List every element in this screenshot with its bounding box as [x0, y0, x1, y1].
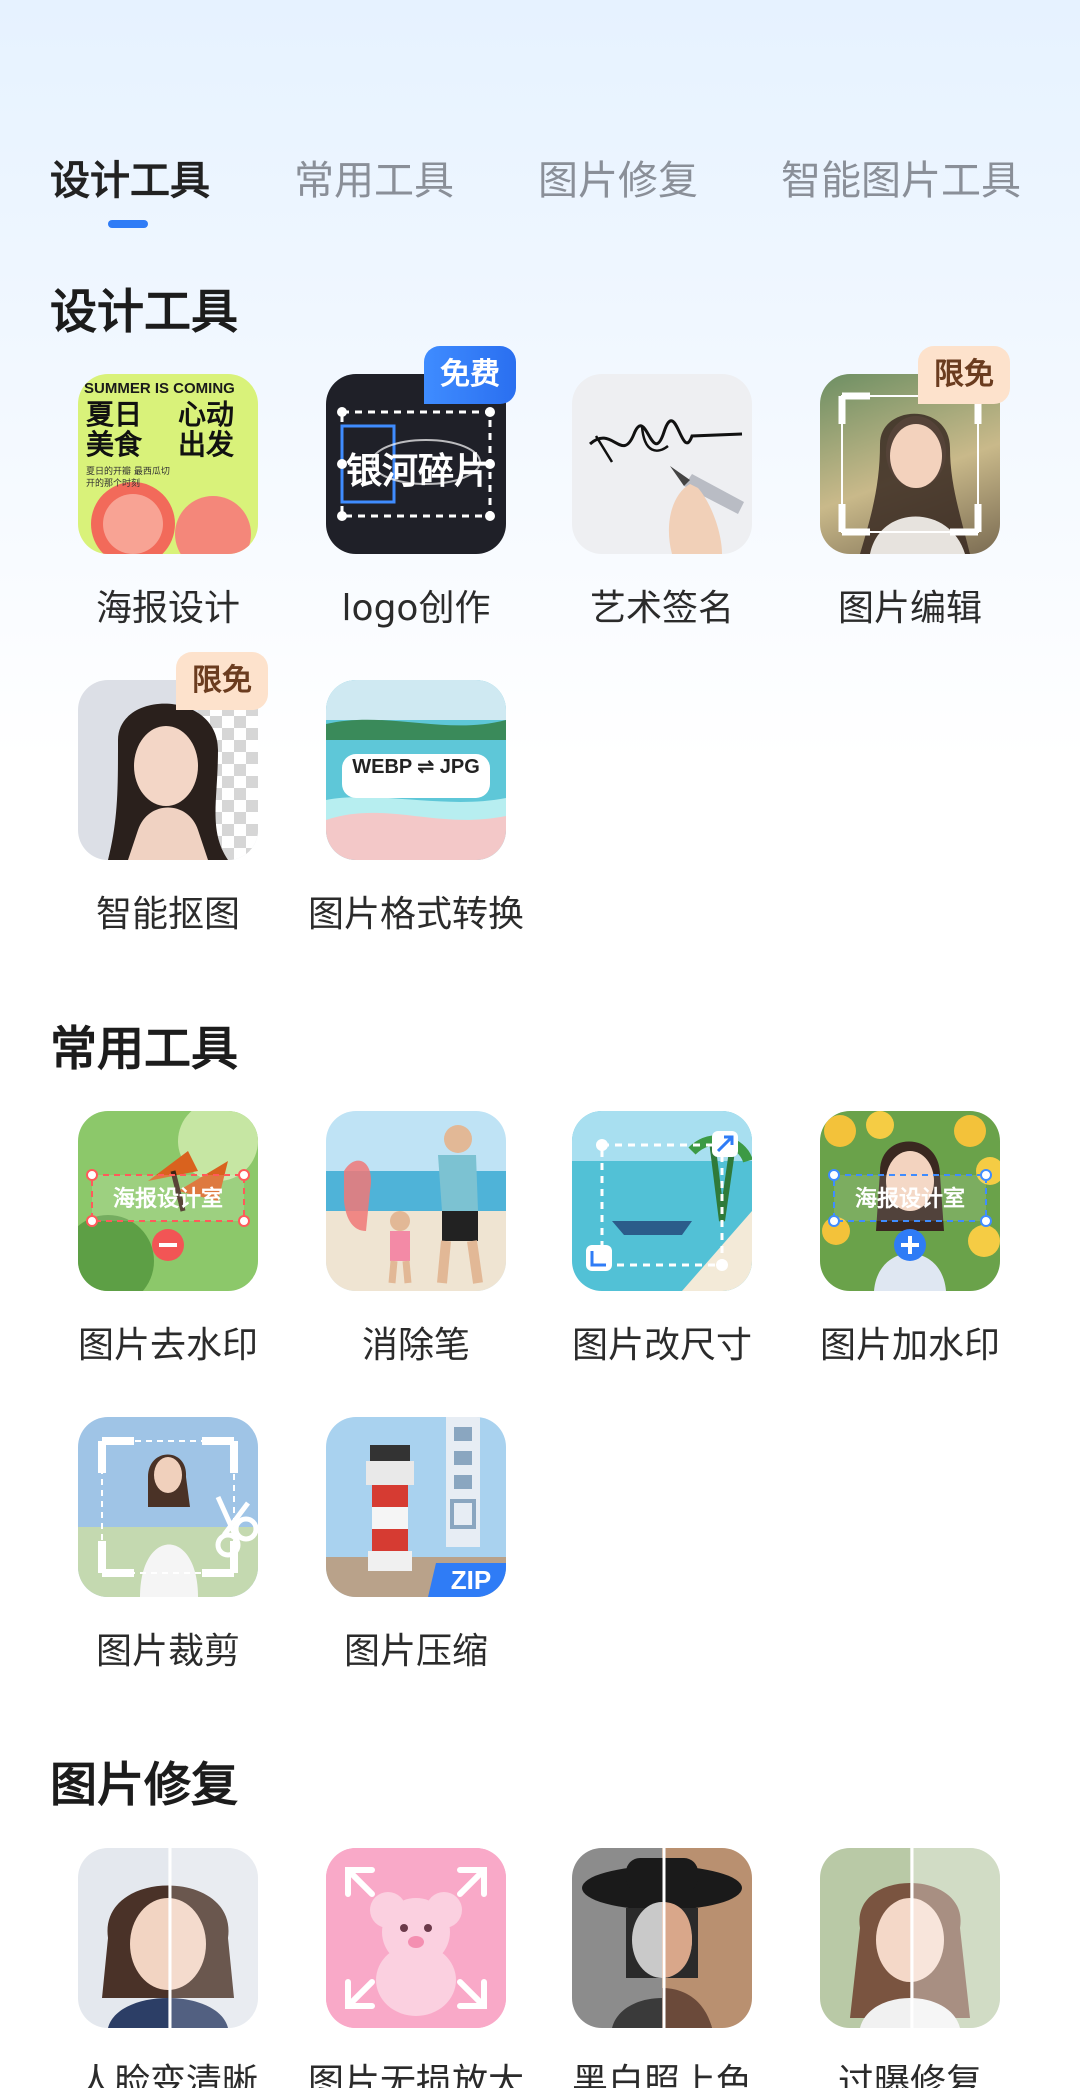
zip-label: ZIP [450, 1565, 492, 1595]
overexposure-fix-icon [820, 1848, 1000, 2028]
section-title-design: 设计工具 [50, 285, 238, 340]
tool-upscale[interactable]: 图片无损放大 [272, 1848, 524, 2088]
tool-eraser-pen[interactable]: 消除笔 [272, 1111, 520, 1366]
tool-label: 过曝修复 [837, 2062, 982, 2088]
active-tab-indicator [108, 220, 148, 228]
add-watermark-icon: 海报设计室 [820, 1111, 1000, 1291]
section-title-repair: 图片修复 [50, 1758, 238, 1813]
tool-crop[interactable]: 图片裁剪 [24, 1417, 272, 1672]
tool-label: 图片改尺寸 [571, 1325, 752, 1366]
tool-overexposure-fix[interactable]: 过曝修复 [766, 1848, 1014, 2088]
tool-poster-design[interactable]: SUMMER IS COMING 夏日 美食 心动 出发 夏日的开瓣 最西瓜切开… [24, 374, 272, 629]
tool-label: 图片去水印 [77, 1325, 258, 1366]
watermark-sample-text: 海报设计室 [112, 1187, 223, 1212]
limited-free-badge: 限免 [176, 652, 268, 710]
upscale-icon [326, 1848, 506, 2028]
tool-label: 人脸变清晰 [77, 2062, 258, 2088]
tool-add-watermark[interactable]: 海报设计室 图片加水印 [766, 1111, 1014, 1366]
tool-label: 黑白照上色 [571, 2062, 752, 2088]
tool-label: 图片编辑 [837, 588, 982, 629]
tool-label: 艺术签名 [589, 588, 734, 629]
tool-label: logo创作 [341, 588, 491, 629]
tool-resize[interactable]: 图片改尺寸 [518, 1111, 766, 1366]
tool-label: 图片无损放大 [307, 2062, 524, 2088]
logo-sample-text: 银河碎片 [346, 451, 491, 492]
tool-label: 图片格式转换 [307, 894, 524, 935]
tab-smart-image-tools[interactable]: 智能图片工具 [781, 148, 1021, 206]
poster-right-text: 心动 出发 [178, 398, 235, 461]
tool-colorize[interactable]: 黑白照上色 [518, 1848, 766, 2088]
tool-compress[interactable]: ZIP 图片压缩 [272, 1417, 520, 1672]
tool-art-signature[interactable]: 艺术签名 [518, 374, 766, 629]
tool-label: 消除笔 [361, 1325, 470, 1366]
tool-label: 智能抠图 [95, 894, 240, 935]
tools-page: 设计工具 常用工具 图片修复 智能图片工具 设计工具 SUMMER IS COM… [0, 0, 1080, 2088]
tool-label: 海报设计 [95, 588, 240, 629]
tool-label: 图片裁剪 [95, 1631, 240, 1672]
eraser-pen-icon [326, 1111, 506, 1291]
format-convert-icon: WEBP ⇌ JPG [326, 680, 506, 860]
remove-watermark-icon: 海报设计室 [78, 1111, 258, 1291]
watermark-sample-text: 海报设计室 [854, 1187, 965, 1212]
tool-remove-watermark[interactable]: 海报设计室 图片去水印 [24, 1111, 272, 1366]
free-badge: 免费 [424, 346, 516, 404]
poster-icon: SUMMER IS COMING 夏日 美食 心动 出发 夏日的开瓣 最西瓜切开… [78, 374, 258, 554]
tool-label: 图片加水印 [819, 1325, 1000, 1366]
tab-image-repair[interactable]: 图片修复 [538, 148, 698, 206]
tool-face-enhance[interactable]: 人脸变清晰 [24, 1848, 272, 2088]
tab-common-tools[interactable]: 常用工具 [294, 148, 454, 206]
format-convert-text: WEBP ⇌ JPG [342, 754, 490, 798]
tool-label: 图片压缩 [343, 1631, 488, 1672]
signature-icon [572, 374, 752, 554]
poster-caption: 夏日的开瓣 最西瓜切开的那个时刻 [86, 467, 170, 489]
crop-icon [78, 1417, 258, 1597]
tool-smart-cutout[interactable]: 限免 智能抠图 [24, 652, 272, 935]
tool-format-convert[interactable]: WEBP ⇌ JPG 图片格式转换 [272, 680, 524, 935]
tool-photo-edit[interactable]: 限免 图片编辑 [766, 346, 1014, 629]
compress-icon: ZIP [326, 1417, 506, 1597]
tab-design-tools[interactable]: 设计工具 [50, 148, 210, 206]
poster-headline: SUMMER IS COMING [84, 380, 235, 397]
poster-left-text: 夏日 美食 [86, 398, 143, 461]
category-tabs: 设计工具 常用工具 图片修复 智能图片工具 [50, 148, 1060, 238]
section-title-common: 常用工具 [50, 1022, 238, 1077]
limited-free-badge: 限免 [918, 346, 1010, 404]
face-enhance-icon [78, 1848, 258, 2028]
colorize-icon [572, 1848, 752, 2028]
resize-icon [572, 1111, 752, 1291]
tool-logo-creation[interactable]: 银河碎片 免费 logo创作 [272, 346, 520, 629]
